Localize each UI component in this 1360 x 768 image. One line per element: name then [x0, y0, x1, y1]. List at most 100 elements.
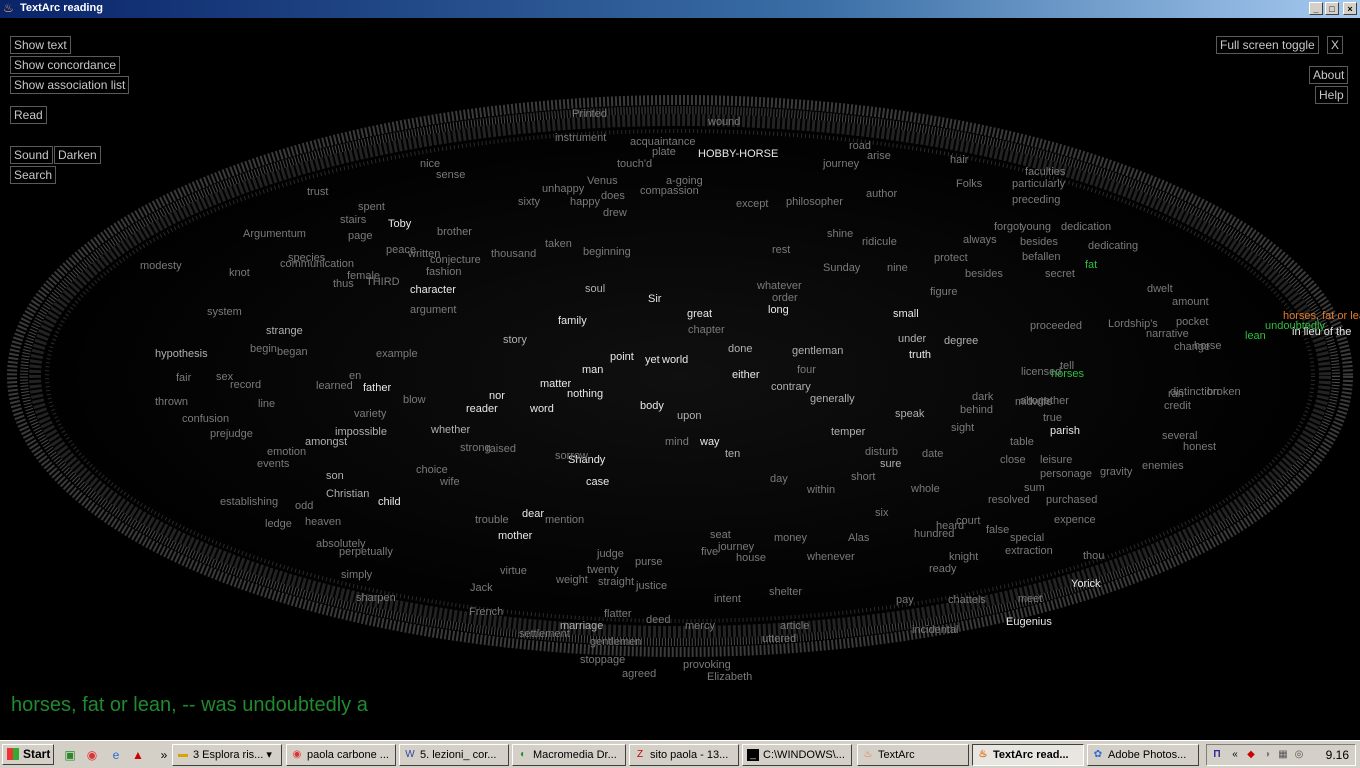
arc-word[interactable]: confusion [182, 413, 229, 425]
arc-word[interactable]: truth [909, 349, 931, 361]
arc-word[interactable]: point [610, 351, 634, 363]
arc-word[interactable]: sure [880, 458, 901, 470]
arc-word[interactable]: heard [936, 520, 964, 532]
arc-word[interactable]: table [1010, 436, 1034, 448]
arc-word[interactable]: Toby [388, 218, 411, 230]
arc-word[interactable]: provoking [683, 659, 731, 671]
arc-word[interactable]: uttered [762, 633, 796, 645]
arc-word[interactable]: choice [416, 464, 448, 476]
arc-word[interactable]: stairs [340, 214, 366, 226]
arc-word[interactable]: world [662, 354, 688, 366]
arc-word[interactable]: Elizabeth [707, 671, 752, 683]
arc-word[interactable]: pay [896, 594, 914, 606]
arc-word[interactable]: seat [710, 529, 731, 541]
arc-word[interactable]: Folks [956, 178, 982, 190]
arc-word[interactable]: chapter [688, 324, 725, 336]
tray-shield-icon[interactable]: ◆ [1245, 749, 1257, 761]
arc-word[interactable]: straight [598, 576, 634, 588]
arc-word[interactable]: child [378, 496, 401, 508]
quicklaunch-overflow-icon[interactable]: » [156, 747, 172, 763]
quicklaunch-desktop-icon[interactable]: ▣ [62, 747, 78, 763]
arc-word[interactable]: deed [646, 614, 670, 626]
arc-word[interactable]: preceding [1012, 194, 1060, 206]
arc-word[interactable]: upon [677, 410, 701, 422]
arc-word[interactable]: judge [597, 548, 624, 560]
arc-word[interactable]: meet [1018, 593, 1042, 605]
arc-word[interactable]: done [728, 343, 752, 355]
arc-word[interactable]: virtue [500, 565, 527, 577]
arc-word[interactable]: fat [1085, 259, 1097, 271]
task-textarc-reading[interactable]: ♨ TextArc read... [972, 744, 1084, 766]
arc-word[interactable]: small [893, 308, 919, 320]
arc-word[interactable]: trust [307, 186, 328, 198]
arc-word[interactable]: pocket [1176, 316, 1208, 328]
arc-word[interactable]: taken [545, 238, 572, 250]
close-window-button[interactable]: × [1343, 2, 1357, 15]
arc-word[interactable]: agreed [622, 668, 656, 680]
arc-word[interactable]: figure [930, 286, 958, 298]
arc-word[interactable]: incidental [912, 624, 958, 636]
tray-overflow-icon[interactable]: « [1229, 749, 1241, 761]
arc-word[interactable]: short [851, 471, 875, 483]
arc-word[interactable]: hair [950, 154, 968, 166]
arc-word[interactable]: son [326, 470, 344, 482]
arc-word[interactable]: establishing [220, 496, 278, 508]
arc-word[interactable]: female [347, 270, 380, 282]
arc-word[interactable]: argument [410, 304, 456, 316]
arc-word[interactable]: gravity [1100, 466, 1132, 478]
arc-word[interactable]: several [1162, 430, 1197, 442]
arc-word[interactable]: dear [522, 508, 544, 520]
arc-word[interactable]: nor [489, 390, 505, 402]
arc-word[interactable]: happy [570, 196, 600, 208]
arc-word[interactable]: weight [556, 574, 588, 586]
arc-word[interactable]: system [207, 306, 242, 318]
arc-word[interactable]: article [780, 620, 809, 632]
arc-word[interactable]: dedicating [1088, 240, 1138, 252]
minimize-button[interactable]: _ [1309, 2, 1323, 15]
quicklaunch-acrobat-icon[interactable]: ▲ [130, 747, 146, 763]
arc-word[interactable]: father [363, 382, 391, 394]
arc-word[interactable]: protect [934, 252, 968, 264]
arc-word[interactable]: philosopher [786, 196, 843, 208]
arc-word[interactable]: narrative [1146, 328, 1189, 340]
arc-word[interactable]: besides [965, 268, 1003, 280]
arc-word[interactable]: way [700, 436, 720, 448]
arc-word[interactable]: secret [1045, 268, 1075, 280]
arc-word[interactable]: wound [708, 116, 740, 128]
arc-word[interactable]: whole [911, 483, 940, 495]
arc-word[interactable]: communication [280, 258, 354, 270]
start-button[interactable]: Start [2, 744, 54, 765]
arc-word[interactable]: licensed [1021, 366, 1061, 378]
tray-app-icon[interactable]: ◎ [1293, 749, 1305, 761]
arc-word[interactable]: broken [1207, 386, 1241, 398]
arc-word[interactable]: variety [354, 408, 386, 420]
arc-word[interactable]: man [582, 364, 603, 376]
arc-word[interactable]: strong [460, 442, 491, 454]
task-cmd[interactable]: _ C:\WINDOWS\... [742, 744, 852, 766]
arc-word[interactable]: six [875, 507, 888, 519]
arc-word[interactable]: rest [772, 244, 790, 256]
arc-word[interactable]: whenever [807, 551, 855, 563]
arc-word[interactable]: hypothesis [155, 348, 208, 360]
arc-word[interactable]: sharpen [356, 592, 396, 604]
arc-word[interactable]: nine [887, 262, 908, 274]
arc-word[interactable]: proceeded [1030, 320, 1082, 332]
arc-word[interactable]: either [732, 369, 760, 381]
arc-word[interactable]: mercy [685, 620, 715, 632]
arc-word[interactable]: ridicule [862, 236, 897, 248]
arc-word[interactable]: events [257, 458, 289, 470]
arc-word[interactable]: family [558, 315, 587, 327]
arc-word[interactable]: dedication [1061, 221, 1111, 233]
arc-word[interactable]: thousand [491, 248, 536, 260]
arc-word[interactable]: character [410, 284, 456, 296]
arc-word[interactable]: in lieu of the [1292, 326, 1351, 338]
arc-word[interactable]: fair [176, 372, 191, 384]
arc-word[interactable]: sex [216, 371, 233, 383]
arc-word[interactable]: Eugenius [1006, 616, 1052, 628]
arc-word[interactable]: yet [645, 354, 660, 366]
arc-word[interactable]: mention [545, 514, 584, 526]
arc-word[interactable]: tell [1060, 360, 1074, 372]
arc-word[interactable]: record [230, 379, 261, 391]
arc-word[interactable]: sum [1024, 482, 1045, 494]
task-photoshop[interactable]: ✿ Adobe Photos... [1087, 744, 1199, 766]
